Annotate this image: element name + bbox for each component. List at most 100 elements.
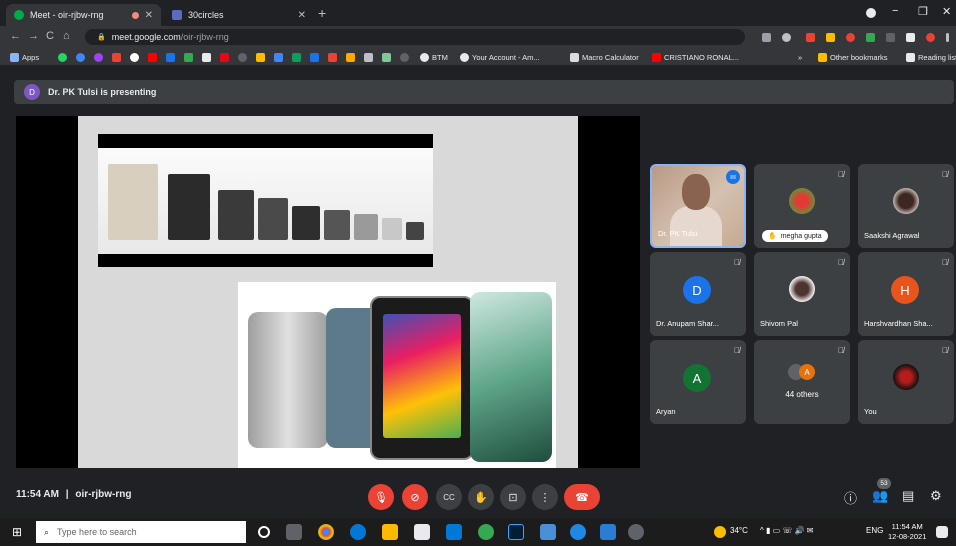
kebab-menu-icon[interactable] bbox=[946, 33, 949, 42]
youtube-icon[interactable] bbox=[148, 53, 157, 62]
chat-button[interactable]: ▤ bbox=[902, 488, 914, 504]
app-icon[interactable] bbox=[600, 524, 616, 540]
extension-icon[interactable] bbox=[826, 33, 835, 42]
bookmark-cristiano[interactable]: CRISTIANO RONAL... bbox=[652, 51, 739, 63]
bookmark-icon[interactable] bbox=[364, 53, 373, 62]
camera-icon[interactable] bbox=[762, 33, 771, 42]
activities-button[interactable]: ⚙ bbox=[930, 488, 942, 504]
app-icon[interactable] bbox=[570, 524, 586, 540]
extension-icon[interactable] bbox=[846, 33, 855, 42]
photos-icon[interactable] bbox=[540, 524, 556, 540]
phone-image bbox=[258, 198, 288, 240]
bookmark-icon[interactable] bbox=[274, 53, 283, 62]
bookmark-reading-list[interactable]: Reading list bbox=[906, 51, 956, 63]
bookmark-icon[interactable] bbox=[292, 53, 301, 62]
mail-icon[interactable] bbox=[446, 524, 462, 540]
present-button[interactable]: ⊡ bbox=[500, 484, 526, 510]
star-icon[interactable] bbox=[782, 33, 791, 42]
restore-button[interactable]: ❐ bbox=[918, 5, 928, 18]
participant-tile[interactable]: 🎙̸ D Dr. Anupam Shar... bbox=[650, 252, 746, 336]
tab-30circles[interactable]: 30circles ✕ bbox=[164, 4, 314, 26]
tab-title: Meet - oir-rjbw-rng bbox=[30, 10, 104, 20]
raise-hand-button[interactable]: ✋ bbox=[468, 484, 494, 510]
minimize-button[interactable]: − bbox=[892, 5, 898, 17]
bookmark-icon[interactable] bbox=[94, 53, 103, 62]
bookmark-icon[interactable] bbox=[382, 53, 391, 62]
participant-tile[interactable]: 🎙̸ Saakshi Agrawal bbox=[858, 164, 954, 248]
mic-off-button[interactable]: 🎙 bbox=[368, 484, 394, 510]
language-indicator[interactable]: ENG bbox=[866, 526, 883, 535]
avatar[interactable] bbox=[926, 33, 935, 42]
phone-image bbox=[108, 164, 158, 240]
participant-tile[interactable]: 🎙̸ ✋ megha gupta bbox=[754, 164, 850, 248]
app-icon[interactable] bbox=[478, 524, 494, 540]
system-tray-icons[interactable]: ^ ▮ ▭ ☏ 🔊 ✉ bbox=[760, 526, 814, 535]
others-tile[interactable]: 🎙̸ A 44 others bbox=[754, 340, 850, 424]
mic-off-icon: 🎙̸ bbox=[942, 346, 948, 355]
participant-tile[interactable]: 🎙̸ Shivom Pal bbox=[754, 252, 850, 336]
participant-tile[interactable]: 🎙̸ A Aryan bbox=[650, 340, 746, 424]
bookmark-icon[interactable] bbox=[310, 53, 319, 62]
speaking-indicator-icon: ııı bbox=[726, 170, 740, 184]
end-call-button[interactable]: ☎ bbox=[564, 484, 600, 510]
settings-icon[interactable] bbox=[628, 524, 644, 540]
participant-tile[interactable]: ııı Dr. PK Tulsi bbox=[650, 164, 746, 248]
bookmark-icon[interactable] bbox=[76, 53, 85, 62]
bookmark-btm[interactable]: BTM bbox=[420, 51, 448, 63]
bookmark-other[interactable]: Other bookmarks bbox=[818, 51, 888, 63]
close-tab-icon[interactable]: ✕ bbox=[298, 10, 306, 21]
home-button[interactable]: ⌂ bbox=[63, 30, 70, 42]
taskbar-search[interactable]: ⌕ Type here to search bbox=[36, 521, 246, 543]
bookmark-apps[interactable]: Apps bbox=[10, 51, 39, 63]
forward-button[interactable]: → bbox=[28, 30, 39, 42]
puzzle-icon[interactable] bbox=[906, 33, 915, 42]
gmail-icon[interactable] bbox=[112, 53, 121, 62]
captions-button[interactable]: CC bbox=[436, 484, 462, 510]
participant-name: Harshvardhan Sha... bbox=[864, 319, 933, 328]
self-tile[interactable]: 🎙̸ You bbox=[858, 340, 954, 424]
clock[interactable]: 11:54 AM 12-08-2021 bbox=[888, 522, 926, 542]
extension-icon[interactable] bbox=[866, 33, 875, 42]
photoshop-icon[interactable] bbox=[508, 524, 524, 540]
notifications-icon[interactable] bbox=[936, 526, 948, 538]
tab-meet[interactable]: Meet - oir-rjbw-rng ✕ bbox=[6, 4, 161, 26]
close-tab-icon[interactable]: ✕ bbox=[145, 10, 153, 21]
start-button[interactable]: ⊞ bbox=[12, 525, 22, 539]
bookmark-icon[interactable] bbox=[256, 53, 265, 62]
edge-icon[interactable] bbox=[350, 524, 366, 540]
whatsapp-icon[interactable] bbox=[58, 53, 67, 62]
file-explorer-icon[interactable] bbox=[382, 524, 398, 540]
task-view-icon[interactable] bbox=[286, 524, 302, 540]
google-icon[interactable] bbox=[130, 53, 139, 62]
participant-tile[interactable]: 🎙̸ H Harshvardhan Sha... bbox=[858, 252, 954, 336]
bookmark-icon[interactable] bbox=[346, 53, 355, 62]
close-window-button[interactable]: ✕ bbox=[942, 5, 951, 18]
reload-button[interactable]: C bbox=[46, 30, 54, 42]
bookmark-icon[interactable] bbox=[166, 53, 175, 62]
temperature[interactable]: 34°C bbox=[730, 526, 748, 535]
more-options-button[interactable]: ⋮ bbox=[532, 484, 558, 510]
camera-off-button[interactable]: ⊘ bbox=[402, 484, 428, 510]
bookmark-macro-calculator[interactable]: Macro Calculator bbox=[570, 51, 639, 63]
back-button[interactable]: ← bbox=[10, 30, 21, 42]
bookmark-icon[interactable] bbox=[328, 53, 337, 62]
profile-icon[interactable] bbox=[866, 8, 876, 18]
chrome-icon[interactable] bbox=[318, 524, 334, 540]
bookmark-icon[interactable] bbox=[238, 53, 247, 62]
extension-icon[interactable] bbox=[886, 33, 895, 42]
phone-image bbox=[382, 218, 402, 240]
meeting-details-button[interactable]: ⓘ bbox=[844, 488, 857, 507]
cortana-icon[interactable] bbox=[258, 526, 270, 538]
bookmark-label: Your Account - Am... bbox=[472, 52, 540, 62]
bookmark-icon[interactable] bbox=[400, 53, 409, 62]
bookmark-icon[interactable] bbox=[202, 53, 211, 62]
extension-icon[interactable] bbox=[806, 33, 815, 42]
more-bookmarks-button[interactable]: » bbox=[798, 51, 802, 63]
bookmark-icon[interactable] bbox=[184, 53, 193, 62]
new-tab-button[interactable]: + bbox=[318, 5, 326, 21]
bookmark-your-account[interactable]: Your Account - Am... bbox=[460, 51, 540, 63]
store-icon[interactable] bbox=[414, 524, 430, 540]
netflix-icon[interactable] bbox=[220, 53, 229, 62]
people-button[interactable]: 👥 bbox=[872, 488, 888, 504]
address-bar[interactable]: 🔒 meet.google.com /oir-rjbw-rng bbox=[85, 29, 745, 45]
